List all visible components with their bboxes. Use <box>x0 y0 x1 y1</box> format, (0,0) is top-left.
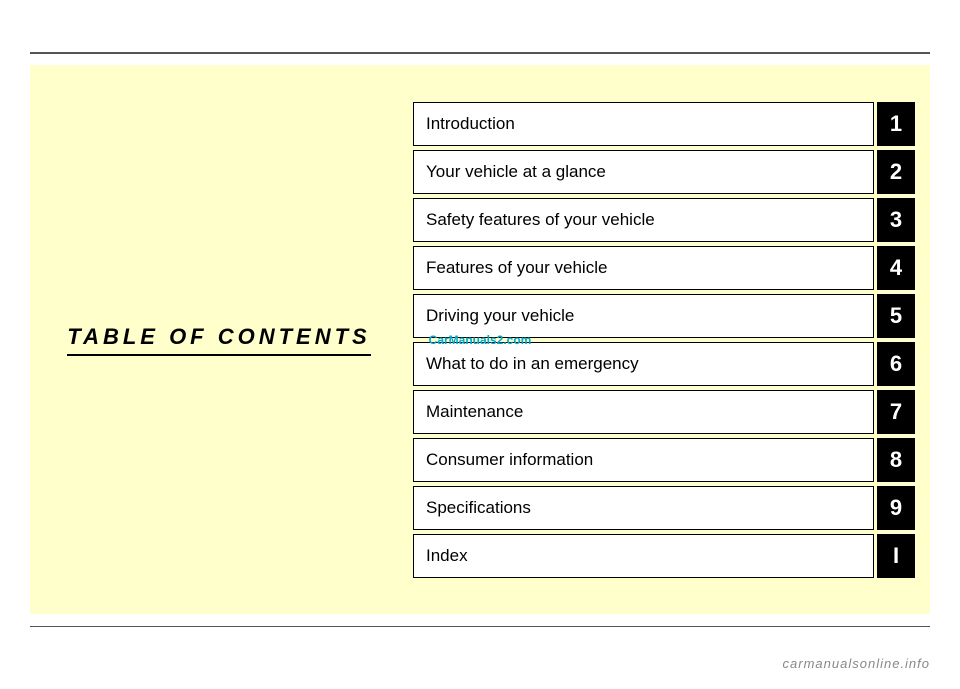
toc-item-number-7: 7 <box>877 390 915 434</box>
toc-item-label-9: Specifications <box>413 486 874 530</box>
toc-row[interactable]: Consumer information8 <box>413 438 915 482</box>
toc-item-number-1: 1 <box>877 102 915 146</box>
toc-row[interactable]: Safety features of your vehicle3 <box>413 198 915 242</box>
bottom-divider <box>30 626 930 628</box>
toc-item-label-10: Index <box>413 534 874 578</box>
toc-item-number-8: 8 <box>877 438 915 482</box>
toc-row[interactable]: Introduction1 <box>413 102 915 146</box>
toc-item-label-5: Driving your vehicle <box>413 294 874 338</box>
toc-row[interactable]: Maintenance7 <box>413 390 915 434</box>
toc-item-number-2: 2 <box>877 150 915 194</box>
footer-logo: carmanualsonline.info <box>783 656 930 671</box>
top-divider <box>30 52 930 54</box>
toc-item-number-3: 3 <box>877 198 915 242</box>
toc-item-number-9: 9 <box>877 486 915 530</box>
toc-item-label-8: Consumer information <box>413 438 874 482</box>
watermark: CarManuals2.com <box>429 333 532 347</box>
toc-item-label-1: Introduction <box>413 102 874 146</box>
left-section: TABLE OF CONTENTS <box>30 304 408 376</box>
toc-item-label-2: Your vehicle at a glance <box>413 150 874 194</box>
toc-row[interactable]: Driving your vehicle5 <box>413 294 915 338</box>
toc-item-label-4: Features of your vehicle <box>413 246 874 290</box>
toc-item-number-5: 5 <box>877 294 915 338</box>
toc-row[interactable]: What to do in an emergency6 <box>413 342 915 386</box>
toc-item-number-4: 4 <box>877 246 915 290</box>
toc-item-label-7: Maintenance <box>413 390 874 434</box>
toc-item-number-10: I <box>877 534 915 578</box>
page-title: TABLE OF CONTENTS <box>67 324 370 356</box>
toc-item-label-6: What to do in an emergency <box>413 342 874 386</box>
toc-row[interactable]: Your vehicle at a glance2 <box>413 150 915 194</box>
toc-row[interactable]: IndexI <box>413 534 915 578</box>
toc-item-label-3: Safety features of your vehicle <box>413 198 874 242</box>
toc-item-number-6: 6 <box>877 342 915 386</box>
toc-row[interactable]: Features of your vehicle4 <box>413 246 915 290</box>
toc-row[interactable]: Specifications9 <box>413 486 915 530</box>
main-content-area: TABLE OF CONTENTS Introduction1Your vehi… <box>30 65 930 614</box>
